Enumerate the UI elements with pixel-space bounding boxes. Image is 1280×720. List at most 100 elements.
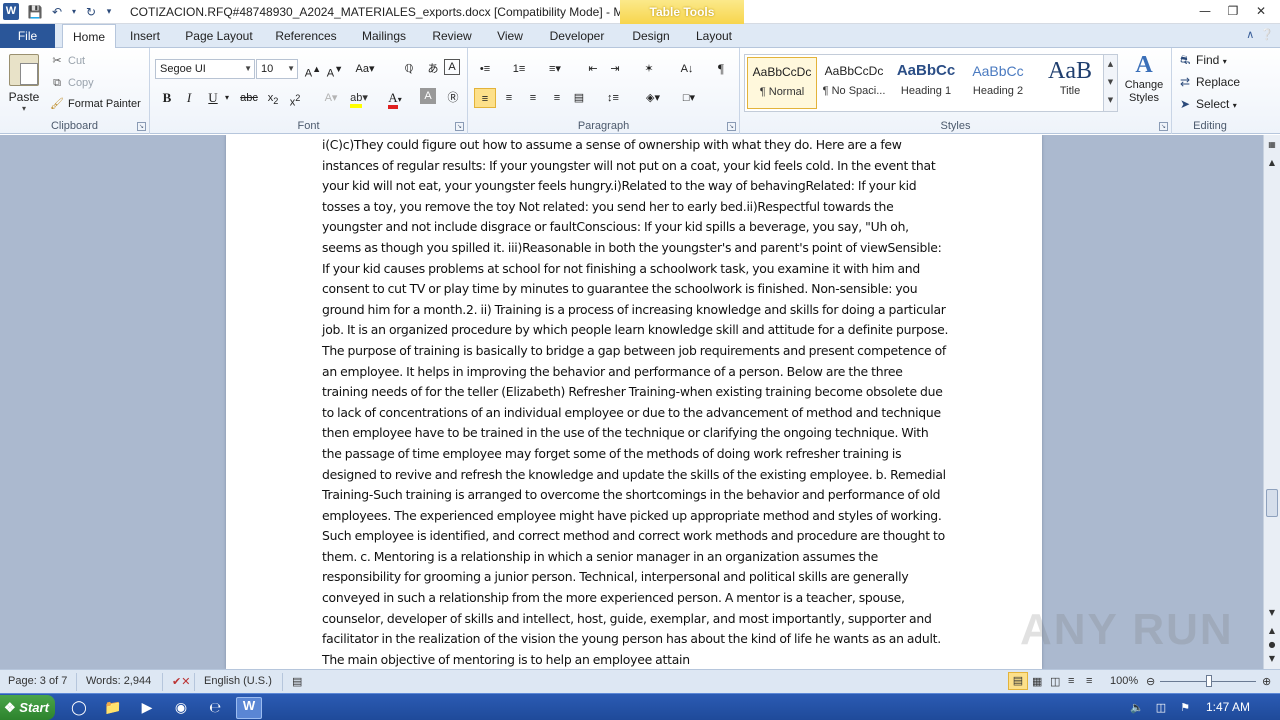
draft-view-icon[interactable]: ≡ xyxy=(1086,675,1092,687)
ruler-toggle-icon[interactable]: ▦ xyxy=(1264,137,1280,153)
paste-button[interactable]: Paste ▾ xyxy=(6,52,42,114)
minimize-ribbon-icon[interactable]: ∧ xyxy=(1246,28,1254,41)
replace-button[interactable]: ⇄ Replace xyxy=(1180,72,1240,92)
line-spacing-icon[interactable]: ↕≡ xyxy=(602,88,624,108)
clear-formatting-icon[interactable]: ℚ xyxy=(398,59,420,79)
character-border-icon[interactable]: A xyxy=(444,59,460,75)
edge-icon[interactable]: ℮ xyxy=(204,697,226,719)
macro-recording-icon[interactable]: ▤ xyxy=(292,675,302,688)
bullets-icon[interactable]: •≡ xyxy=(474,59,496,79)
show-formatting-marks-icon[interactable]: ¶ xyxy=(710,59,732,79)
help-icon[interactable]: ❔ xyxy=(1260,28,1274,41)
style-title[interactable]: AaB Title xyxy=(1035,57,1105,109)
scroll-up-icon[interactable]: ▲ xyxy=(1264,155,1280,171)
media-player-icon[interactable]: ▶ xyxy=(136,697,158,719)
chrome-icon[interactable]: ◉ xyxy=(170,697,192,719)
tab-layout[interactable]: Layout xyxy=(690,24,738,48)
cut-button[interactable]: ✂ Cut xyxy=(50,52,85,70)
character-shading-icon[interactable]: A xyxy=(420,88,436,104)
volume-icon[interactable]: 🔈 xyxy=(1126,697,1148,719)
distributed-icon[interactable]: ▤ xyxy=(568,88,590,108)
print-layout-icon[interactable]: ▤ xyxy=(1008,672,1028,690)
tab-mailings[interactable]: Mailings xyxy=(354,24,414,48)
style-heading-1[interactable]: AaBbCc Heading 1 xyxy=(891,57,961,109)
font-name-select[interactable]: Segoe UI ▼ xyxy=(155,59,255,79)
minimize-icon[interactable]: — xyxy=(1192,2,1218,20)
align-center-icon[interactable]: ≡ xyxy=(498,88,520,108)
find-button[interactable]: ⛐ Find ▾ xyxy=(1180,50,1227,70)
highlight-icon[interactable]: ab▾ xyxy=(348,88,370,108)
underline-dropdown-icon[interactable]: ▾ xyxy=(222,88,232,108)
change-case-icon[interactable]: Aa▾ xyxy=(354,59,376,79)
clipboard-launcher-icon[interactable]: ↘ xyxy=(137,122,146,131)
document-page[interactable]: i(C)c)They could figure out how to assum… xyxy=(226,135,1042,669)
outline-view-icon[interactable]: ≡ xyxy=(1068,675,1074,687)
tab-review[interactable]: Review xyxy=(426,24,478,48)
scroll-thumb[interactable] xyxy=(1266,489,1278,517)
file-explorer-icon[interactable]: 📁 xyxy=(102,697,124,719)
paragraph-launcher-icon[interactable]: ↘ xyxy=(727,122,736,131)
network-icon[interactable]: ◫ xyxy=(1150,697,1172,719)
font-launcher-icon[interactable]: ↘ xyxy=(455,122,464,131)
tab-page-layout[interactable]: Page Layout xyxy=(180,24,258,48)
style-normal[interactable]: AaBbCcDc ¶ Normal xyxy=(747,57,817,109)
copy-button[interactable]: ⧉ Copy xyxy=(50,74,94,92)
italic-icon[interactable]: I xyxy=(178,88,200,108)
tab-references[interactable]: References xyxy=(270,24,342,48)
customize-qat-icon[interactable]: ▾ xyxy=(104,3,114,21)
close-icon[interactable]: ✕ xyxy=(1248,2,1274,20)
font-name-dropdown-icon[interactable]: ▼ xyxy=(244,60,252,78)
tab-design[interactable]: Design xyxy=(624,24,678,48)
text-effects-icon[interactable]: A▾ xyxy=(320,88,342,108)
save-icon[interactable]: 💾 xyxy=(26,3,44,21)
font-color-icon[interactable]: A▾ xyxy=(384,88,406,109)
numbering-icon[interactable]: 1≡ xyxy=(508,59,530,79)
undo-dropdown-icon[interactable]: ▾ xyxy=(70,3,78,21)
asian-layout-icon[interactable]: ✶ xyxy=(638,59,660,79)
undo-icon[interactable]: ↶ xyxy=(48,3,66,21)
full-screen-reading-icon[interactable]: ▦ xyxy=(1032,675,1042,688)
scroll-down-icon[interactable]: ▼ xyxy=(1264,605,1280,621)
gallery-up-icon[interactable]: ▲ xyxy=(1104,55,1117,73)
styles-gallery-scroll[interactable]: ▲ ▼ ▼ xyxy=(1103,55,1117,111)
borders-icon[interactable]: □▾ xyxy=(678,88,700,108)
bold-icon[interactable]: B xyxy=(156,88,178,108)
font-size-select[interactable]: 10 ▼ xyxy=(256,59,298,79)
sort-icon[interactable]: A↓ xyxy=(676,59,698,79)
phonetic-guide-icon[interactable]: あ xyxy=(422,59,444,79)
action-center-flag-icon[interactable]: ⚑ xyxy=(1174,697,1196,719)
redo-icon[interactable]: ↻ xyxy=(82,3,100,21)
internet-explorer-icon[interactable]: ◯ xyxy=(68,697,90,719)
tab-developer[interactable]: Developer xyxy=(542,24,612,48)
justify-icon[interactable]: ≡ xyxy=(546,88,568,108)
word-app-icon[interactable]: W xyxy=(3,3,19,20)
zoom-level[interactable]: 100% xyxy=(1110,675,1138,687)
word-taskbar-icon[interactable]: W xyxy=(236,697,262,719)
font-size-dropdown-icon[interactable]: ▼ xyxy=(287,60,295,78)
tab-home[interactable]: Home xyxy=(62,24,116,49)
subscript-icon[interactable]: x2 xyxy=(262,88,284,108)
tab-file[interactable]: File xyxy=(0,24,55,48)
format-painter-button[interactable]: 🖌 Format Painter xyxy=(50,95,141,113)
next-page-icon[interactable]: ▼ xyxy=(1264,651,1280,667)
shrink-font-icon[interactable]: A▼ xyxy=(324,59,346,80)
style-heading-2[interactable]: AaBbCc Heading 2 xyxy=(963,57,1033,109)
select-button[interactable]: ➤ Select ▾ xyxy=(1180,94,1237,114)
document-body-text[interactable]: i(C)c)They could figure out how to assum… xyxy=(322,135,950,669)
restore-icon[interactable]: ❐ xyxy=(1220,2,1246,20)
shading-icon[interactable]: ◈▾ xyxy=(642,88,664,108)
gallery-more-icon[interactable]: ▼ xyxy=(1104,91,1117,109)
align-right-icon[interactable]: ≡ xyxy=(522,88,544,108)
decrease-indent-icon[interactable]: ⇤ xyxy=(582,59,604,79)
styles-launcher-icon[interactable]: ↘ xyxy=(1159,122,1168,131)
page-indicator[interactable]: Page: 3 of 7 xyxy=(8,675,67,687)
change-styles-button[interactable]: A Change Styles xyxy=(1122,52,1166,105)
strikethrough-icon[interactable]: abc xyxy=(238,88,260,108)
underline-icon[interactable]: U xyxy=(202,88,224,108)
vertical-scrollbar[interactable]: ▦ ▲ ▼ ▲ ● ▼ xyxy=(1263,135,1280,669)
web-layout-icon[interactable]: ◫ xyxy=(1050,675,1060,688)
grow-font-icon[interactable]: A▲ xyxy=(302,59,324,80)
taskbar-clock[interactable]: 1:47 AM xyxy=(1206,700,1250,714)
multilevel-list-icon[interactable]: ≡▾ xyxy=(544,59,566,79)
superscript-icon[interactable]: x2 xyxy=(284,88,306,109)
